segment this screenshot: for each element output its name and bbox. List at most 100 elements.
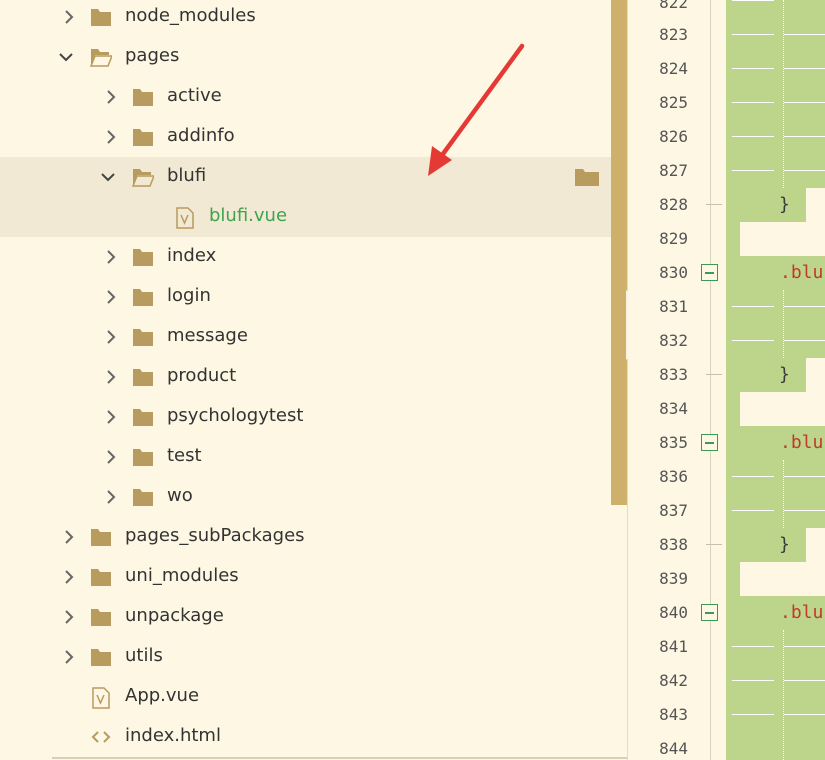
chevron-right-icon[interactable] [103,489,119,505]
indent-guide [783,460,784,528]
line-number: 839 [659,569,688,588]
indent-marker [732,102,774,103]
folder-icon[interactable] [574,167,600,187]
line-number: 835 [659,433,688,452]
indent-marker [732,34,774,35]
indent-marker [784,306,825,307]
fold-collapse-icon[interactable] [701,434,718,451]
line-number: 832 [659,331,688,350]
code-closing-brace: } [779,534,790,555]
tree-item-uni-modules[interactable]: uni_modules [0,557,611,597]
tree-item-label: blufi.vue [209,205,288,226]
tree-item-message[interactable]: message [0,317,611,357]
tree-item-wo[interactable]: wo [0,477,611,517]
tree-item-label: pages_subPackages [125,525,305,546]
tree-item-label: product [167,365,237,386]
chevron-down-icon[interactable] [100,169,116,185]
tree-item-node-modules[interactable]: node_modules [0,0,611,37]
folder-icon [132,367,154,387]
tree-item-label: unpackage [125,605,224,626]
line-number: 834 [659,399,688,418]
chevron-right-icon[interactable] [103,369,119,385]
folder-icon [132,87,154,107]
fold-end-marker [706,204,722,205]
folder-open-icon [132,167,154,187]
chevron-right-icon[interactable] [61,569,77,585]
code-closing-brace: } [779,194,790,215]
indent-marker [784,476,825,477]
line-number: 826 [659,127,688,146]
chevron-right-icon[interactable] [103,89,119,105]
fold-collapse-icon[interactable] [701,264,718,281]
tree-item-psychologytest[interactable]: psychologytest [0,397,611,437]
tree-item-label: message [167,325,248,346]
folder-icon [90,647,112,667]
vue-file-icon [92,687,110,709]
tree-item-utils[interactable]: utils [0,637,611,677]
line-number: 842 [659,671,688,690]
folder-icon [90,567,112,587]
tree-item-label: login [167,285,211,306]
chevron-right-icon[interactable] [103,249,119,265]
line-number: 827 [659,161,688,180]
indent-marker [732,306,774,307]
folder-icon [90,527,112,547]
line-number: 823 [659,25,688,44]
code-closing-brace: } [779,364,790,385]
indent-marker [732,340,774,341]
code-editor[interactable]: 822 823 824 825 826 827 828 829 830 831 … [628,0,825,760]
line-number: 825 [659,93,688,112]
line-number: 833 [659,365,688,384]
folder-open-icon [90,47,112,67]
tree-bottom-border [52,757,627,759]
tree-item-label: addinfo [167,125,235,146]
chevron-right-icon[interactable] [61,609,77,625]
red-arrow-icon [428,43,525,176]
chevron-right-icon[interactable] [61,9,77,25]
chevron-right-icon[interactable] [103,409,119,425]
vue-file-icon [176,207,194,229]
chevron-right-icon[interactable] [103,129,119,145]
fold-collapse-icon[interactable] [701,604,718,621]
tree-item-blufi-vue[interactable]: blufi.vue [0,197,611,237]
line-number: 830 [659,263,688,282]
indent-guide [783,630,784,760]
folder-icon [132,327,154,347]
tree-item-product[interactable]: product [0,357,611,397]
tree-item-index-html[interactable]: index.html [0,717,611,757]
indent-marker [732,476,774,477]
tree-item-label: App.vue [125,685,200,706]
tree-scrollbar-thumb[interactable] [611,0,627,505]
chevron-right-icon[interactable] [103,449,119,465]
indent-marker [784,68,825,69]
code-css-selector: .blu [780,262,824,283]
chevron-down-icon[interactable] [58,49,74,65]
tree-item-label: psychologytest [167,405,304,426]
blank-line [740,562,825,596]
indent-marker [784,136,825,137]
indent-marker [732,680,774,681]
tree-item-app-vue[interactable]: App.vue [0,677,611,717]
chevron-right-icon[interactable] [103,329,119,345]
tree-item-index[interactable]: index [0,237,611,277]
fold-end-marker [706,374,722,375]
indent-marker [732,714,774,715]
indent-guide [783,0,784,188]
tree-item-login[interactable]: login [0,277,611,317]
chevron-right-icon[interactable] [61,649,77,665]
folder-icon [132,487,154,507]
line-number: 837 [659,501,688,520]
indent-marker [732,170,774,171]
tree-item-test[interactable]: test [0,437,611,477]
line-end [806,528,825,562]
tree-item-label: blufi [167,165,207,186]
tree-item-label: test [167,445,202,466]
chevron-right-icon[interactable] [61,529,77,545]
tree-item-unpackage[interactable]: unpackage [0,597,611,637]
tree-item-label: utils [125,645,163,666]
chevron-right-icon[interactable] [103,289,119,305]
indent-marker [784,340,825,341]
html-file-icon [90,727,112,747]
indent-marker [784,34,825,35]
tree-item-pages-subpackages[interactable]: pages_subPackages [0,517,611,557]
